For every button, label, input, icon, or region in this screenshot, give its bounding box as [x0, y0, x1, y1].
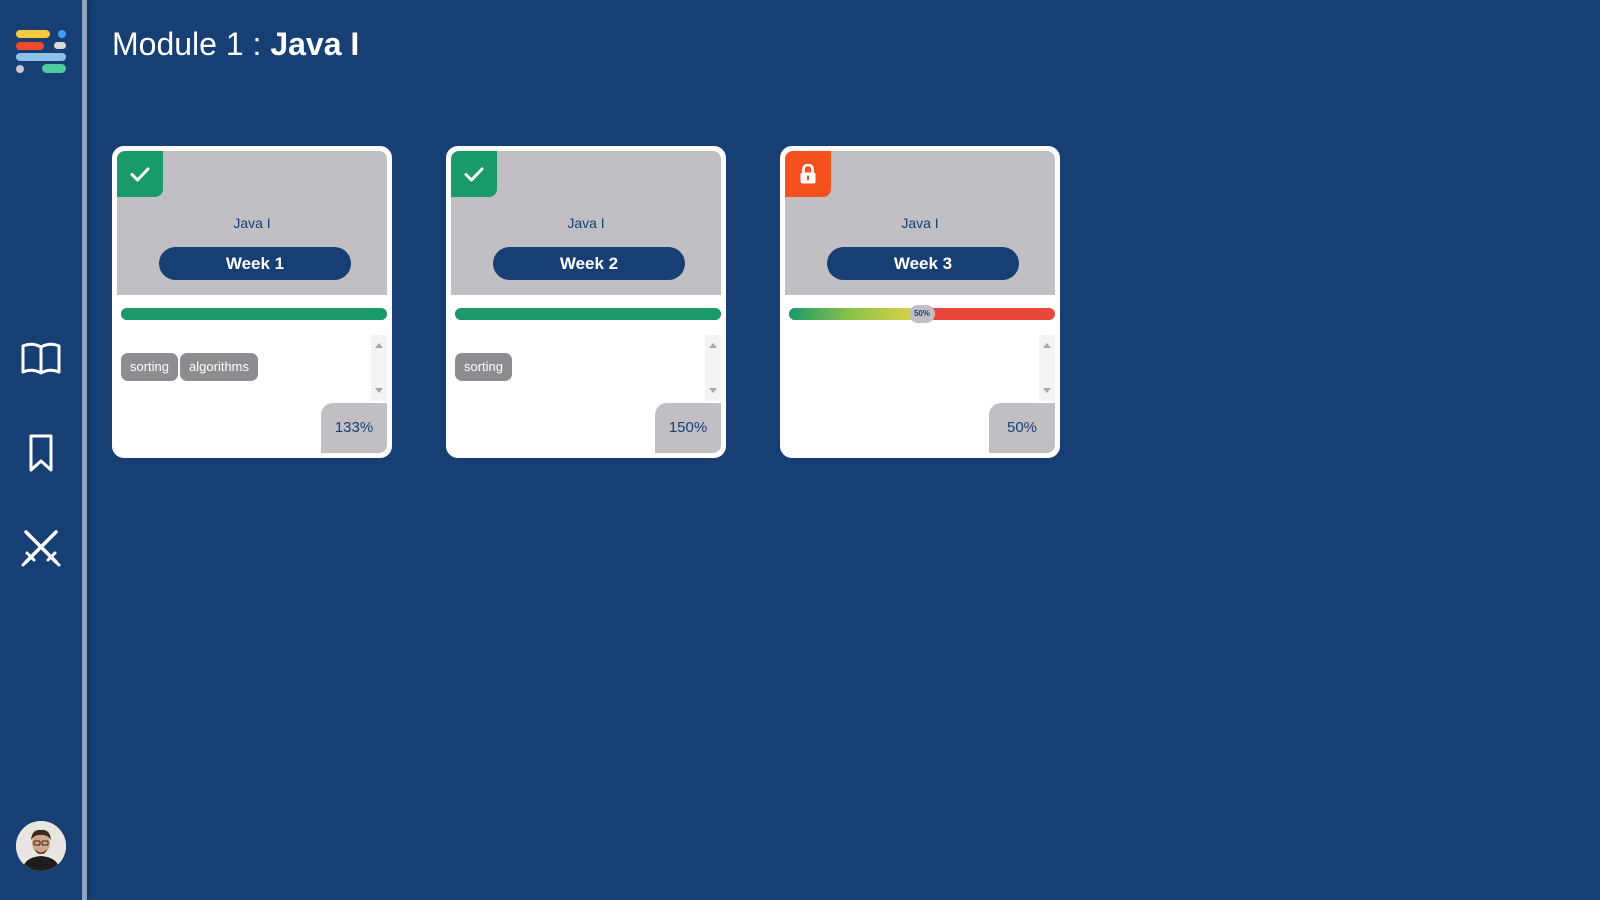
- card-header: Java I Week 3: [785, 151, 1055, 295]
- module-name: Java I: [270, 26, 360, 62]
- tag-chip[interactable]: sorting: [455, 353, 513, 381]
- completed-badge: [451, 151, 497, 197]
- card-header: Java I Week 2: [451, 151, 721, 295]
- crossed-swords-icon[interactable]: [18, 524, 64, 570]
- scroll-down-arrow-icon[interactable]: [709, 388, 717, 393]
- checkmark-icon: [464, 167, 484, 182]
- page-title: Module 1 : Java I: [112, 26, 359, 63]
- lock-icon: [800, 163, 816, 184]
- score-badge: 150%: [655, 403, 721, 453]
- scroll-down-arrow-icon[interactable]: [1043, 388, 1051, 393]
- course-name: Java I: [567, 215, 605, 231]
- progress-bar: [121, 308, 387, 320]
- scroll-down-arrow-icon[interactable]: [375, 388, 383, 393]
- card-header: Java I Week 1: [117, 151, 387, 295]
- tags-scrollbar[interactable]: [371, 335, 387, 401]
- score-badge: 133%: [321, 403, 387, 453]
- scroll-up-arrow-icon[interactable]: [375, 343, 383, 348]
- bookmark-icon[interactable]: [18, 430, 64, 476]
- progress-fill: [789, 308, 922, 320]
- checkmark-icon: [130, 167, 150, 182]
- scroll-up-arrow-icon[interactable]: [709, 343, 717, 348]
- scroll-up-arrow-icon[interactable]: [1043, 343, 1051, 348]
- progress-fill: [121, 308, 387, 320]
- week-card-1[interactable]: Java I Week 1 sorting algorithms 133%: [112, 146, 392, 458]
- tags-list: sorting: [455, 335, 721, 401]
- progress-fill: [455, 308, 721, 320]
- week-3-button[interactable]: Week 3: [827, 247, 1019, 280]
- week-2-button[interactable]: Week 2: [493, 247, 685, 280]
- tags-list: [789, 335, 1055, 401]
- progress-label: 50%: [909, 305, 935, 323]
- completed-badge: [117, 151, 163, 197]
- sidebar: [0, 0, 87, 900]
- locked-badge: [785, 151, 831, 197]
- progress-bar: 50%: [789, 305, 1055, 323]
- week-card-3[interactable]: Java I Week 3 50% 50%: [780, 146, 1060, 458]
- tags-scrollbar[interactable]: [1039, 335, 1055, 401]
- progress-bar: [455, 308, 721, 320]
- score-badge: 50%: [989, 403, 1055, 453]
- tags-scrollbar[interactable]: [705, 335, 721, 401]
- tag-chip[interactable]: algorithms: [180, 353, 258, 381]
- week-card-2[interactable]: Java I Week 2 sorting 150%: [446, 146, 726, 458]
- module-prefix: Module 1 :: [112, 26, 271, 62]
- tag-chip[interactable]: sorting: [121, 353, 179, 381]
- logo-icon[interactable]: [16, 28, 68, 76]
- user-avatar[interactable]: [16, 821, 66, 871]
- open-book-icon[interactable]: [18, 334, 64, 380]
- tags-list: sorting algorithms: [121, 335, 387, 401]
- course-name: Java I: [901, 215, 939, 231]
- week-1-button[interactable]: Week 1: [159, 247, 351, 280]
- course-name: Java I: [233, 215, 271, 231]
